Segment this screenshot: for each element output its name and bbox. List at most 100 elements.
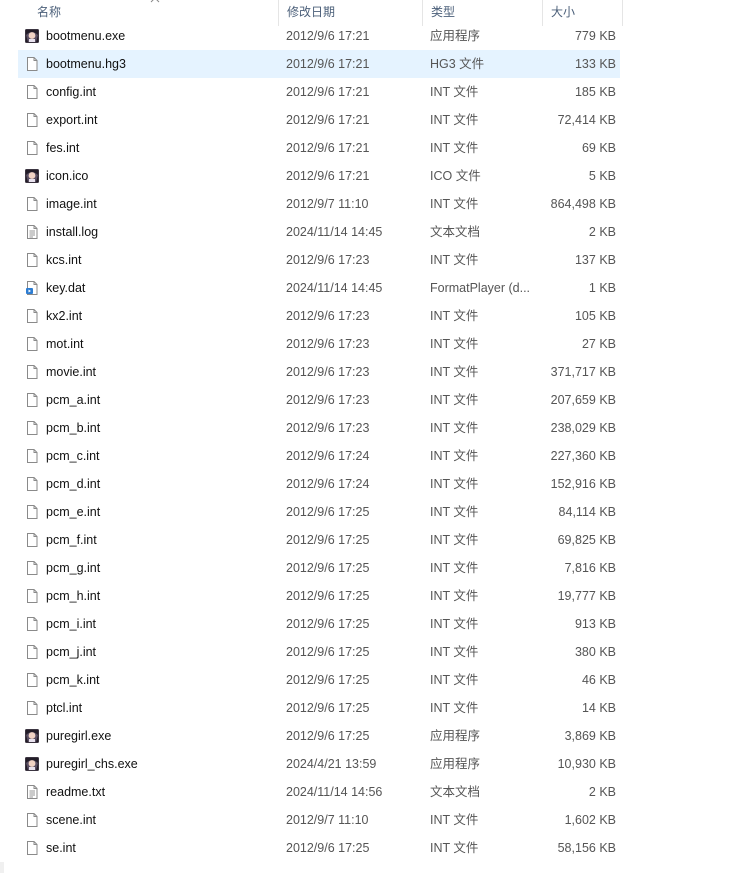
file-size: 69 KB	[581, 141, 616, 155]
file-type: HG3 文件	[430, 57, 485, 71]
file-name: key.dat	[46, 281, 86, 295]
file-icon	[27, 365, 38, 379]
file-size: 46 KB	[581, 673, 616, 687]
file-row[interactable]: image.int 2012/9/7 11:10 INT 文件 864,498 KB	[0, 190, 620, 218]
file-size: 913 KB	[574, 617, 616, 631]
file-icon	[27, 197, 38, 211]
file-size: 14 KB	[581, 701, 616, 715]
file-type: INT 文件	[430, 477, 479, 491]
file-row[interactable]: pcm_j.int 2012/9/6 17:25 INT 文件 380 KB	[0, 638, 620, 666]
file-name: pcm_k.int	[46, 673, 100, 687]
file-icon	[27, 561, 38, 575]
file-icon	[27, 253, 38, 267]
file-icon	[27, 393, 38, 407]
file-row[interactable]: mot.int 2012/9/6 17:23 INT 文件 27 KB	[0, 330, 620, 358]
file-type: FormatPlayer (d...	[430, 281, 531, 295]
file-date-modified: 2024/4/21 13:59	[286, 757, 377, 771]
file-row[interactable]: se.int 2012/9/6 17:25 INT 文件 58,156 KB	[0, 834, 620, 862]
file-date-modified: 2012/9/6 17:23	[286, 253, 370, 267]
app-avatar-icon	[25, 169, 39, 183]
file-explorer: 名称 修改日期 类型 大小 bootmenu.exe 2012/9/6 17:21…	[0, 0, 753, 873]
file-size: 84,114 KB	[558, 505, 616, 519]
file-size: 105 KB	[574, 309, 616, 323]
file-row[interactable]: pcm_a.int 2012/9/6 17:23 INT 文件 207,659 KB	[0, 386, 620, 414]
file-row[interactable]: scene.int 2012/9/7 11:10 INT 文件 1,602 KB	[0, 806, 620, 834]
file-name: pcm_i.int	[46, 617, 97, 631]
file-date-modified: 2012/9/6 17:25	[286, 701, 370, 715]
file-icon	[27, 841, 38, 855]
file-row[interactable]: export.int 2012/9/6 17:21 INT 文件 72,414 KB	[0, 106, 620, 134]
file-size: 137 KB	[574, 253, 616, 267]
file-date-modified: 2012/9/7 11:10	[286, 197, 369, 211]
file-name: kcs.int	[46, 253, 82, 267]
file-type: INT 文件	[430, 561, 479, 575]
file-name: icon.ico	[46, 169, 89, 183]
file-row[interactable]: pcm_h.int 2012/9/6 17:25 INT 文件 19,777 KB	[0, 582, 620, 610]
file-type: INT 文件	[430, 365, 479, 379]
file-row[interactable]: readme.txt 2024/11/14 14:56 文本文档 2 KB	[0, 778, 620, 806]
file-row[interactable]: fes.int 2012/9/6 17:21 INT 文件 69 KB	[0, 134, 620, 162]
file-name: fes.int	[46, 141, 80, 155]
file-row[interactable]: movie.int 2012/9/6 17:23 INT 文件 371,717 KB	[0, 358, 620, 386]
file-row[interactable]: pcm_k.int 2012/9/6 17:25 INT 文件 46 KB	[0, 666, 620, 694]
file-row[interactable]: pcm_b.int 2012/9/6 17:23 INT 文件 238,029 KB	[0, 414, 620, 442]
file-date-modified: 2012/9/6 17:23	[286, 309, 370, 323]
file-row[interactable]: bootmenu.hg3 2012/9/6 17:21 HG3 文件 133 KB	[18, 50, 620, 78]
file-row[interactable]: pcm_i.int 2012/9/6 17:25 INT 文件 913 KB	[0, 610, 620, 638]
file-icon	[27, 645, 38, 659]
file-row[interactable]: puregirl.exe 2012/9/6 17:25 应用程序 3,869 KB	[0, 722, 620, 750]
file-size: 152,916 KB	[550, 477, 616, 491]
file-row[interactable]: kx2.int 2012/9/6 17:23 INT 文件 105 KB	[0, 302, 620, 330]
file-type: INT 文件	[430, 841, 479, 855]
file-icon	[27, 617, 38, 631]
file-name: scene.int	[46, 813, 97, 827]
file-date-modified: 2012/9/6 17:25	[286, 589, 370, 603]
file-icon	[27, 113, 38, 127]
file-type: 文本文档	[430, 785, 481, 799]
text-file-icon	[27, 225, 38, 239]
file-name: pcm_j.int	[46, 645, 97, 659]
file-row[interactable]: pcm_f.int 2012/9/6 17:25 INT 文件 69,825 KB	[0, 526, 620, 554]
app-avatar-icon	[25, 729, 39, 743]
file-icon	[27, 673, 38, 687]
file-list: bootmenu.exe 2012/9/6 17:21 应用程序 779 KB boot…	[0, 22, 625, 862]
file-row[interactable]: icon.ico 2012/9/6 17:21 ICO 文件 5 KB	[0, 162, 620, 190]
file-row[interactable]: pcm_c.int 2012/9/6 17:24 INT 文件 227,360 KB	[0, 442, 620, 470]
file-date-modified: 2012/9/6 17:21	[286, 57, 370, 71]
file-size: 72,414 KB	[557, 113, 616, 127]
file-icon	[27, 477, 38, 491]
file-type: 应用程序	[430, 757, 481, 771]
file-row[interactable]: pcm_e.int 2012/9/6 17:25 INT 文件 84,114 KB	[0, 498, 620, 526]
file-size: 227,360 KB	[550, 449, 616, 463]
file-size: 69,825 KB	[557, 533, 616, 547]
file-type: INT 文件	[430, 589, 479, 603]
scroll-edge	[0, 862, 4, 873]
file-row[interactable]: key.dat 2024/11/14 14:45 FormatPlayer (d..…	[0, 274, 620, 302]
file-size: 7,816 KB	[564, 561, 616, 575]
file-size: 380 KB	[574, 645, 616, 659]
file-row[interactable]: install.log 2024/11/14 14:45 文本文档 2 KB	[0, 218, 620, 246]
file-row[interactable]: bootmenu.exe 2012/9/6 17:21 应用程序 779 KB	[0, 22, 620, 50]
file-icon	[27, 813, 38, 827]
file-date-modified: 2012/9/6 17:25	[286, 617, 370, 631]
file-type: INT 文件	[430, 113, 479, 127]
file-row[interactable]: pcm_d.int 2012/9/6 17:24 INT 文件 152,916 KB	[0, 470, 620, 498]
file-name: bootmenu.exe	[46, 29, 126, 43]
file-size: 779 KB	[574, 29, 616, 43]
file-row[interactable]: ptcl.int 2012/9/6 17:25 INT 文件 14 KB	[0, 694, 620, 722]
file-type: 文本文档	[430, 225, 481, 239]
file-row[interactable]: pcm_g.int 2012/9/6 17:25 INT 文件 7,816 KB	[0, 554, 620, 582]
file-date-modified: 2024/11/14 14:56	[286, 785, 383, 799]
file-row[interactable]: kcs.int 2012/9/6 17:23 INT 文件 137 KB	[0, 246, 620, 274]
file-size: 58,156 KB	[557, 841, 616, 855]
file-icon	[27, 421, 38, 435]
file-name: puregirl_chs.exe	[46, 757, 138, 771]
file-row[interactable]: puregirl_chs.exe 2024/4/21 13:59 应用程序 10,93…	[0, 750, 620, 778]
file-date-modified: 2012/9/6 17:25	[286, 673, 370, 687]
file-row[interactable]: config.int 2012/9/6 17:21 INT 文件 185 KB	[0, 78, 620, 106]
file-date-modified: 2012/9/6 17:25	[286, 533, 370, 547]
file-size: 2 KB	[588, 785, 616, 799]
file-date-modified: 2012/9/6 17:25	[286, 841, 370, 855]
file-name: pcm_b.int	[46, 421, 101, 435]
file-size: 19,777 KB	[557, 589, 616, 603]
